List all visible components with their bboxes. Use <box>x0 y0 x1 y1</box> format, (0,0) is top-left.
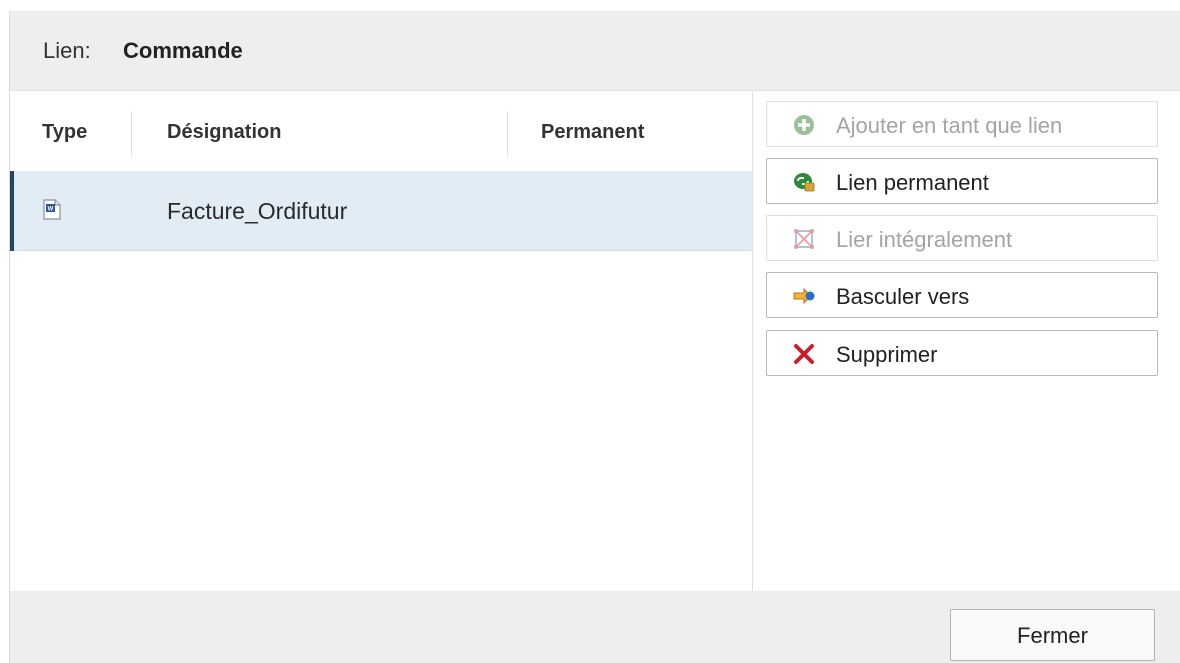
delete-label: Supprimer <box>836 342 938 367</box>
dialog-footer: Fermer <box>10 591 1180 663</box>
column-divider[interactable] <box>507 111 508 157</box>
switch-to-label: Basculer vers <box>836 284 970 309</box>
close-button[interactable]: Fermer <box>950 609 1155 661</box>
header-value: Commande <box>123 38 243 63</box>
delete-x-icon <box>794 344 814 364</box>
permanent-link-icon <box>794 173 815 192</box>
dialog-header: Lien: Commande <box>10 11 1180 91</box>
switch-to-arrow-icon <box>793 287 815 305</box>
close-button-label: Fermer <box>1017 623 1088 648</box>
header-label: Lien: <box>43 38 91 63</box>
permanent-link-label: Lien permanent <box>836 170 989 195</box>
column-header-designation[interactable]: Désignation <box>167 121 281 144</box>
permanent-link-button[interactable]: Lien permanent <box>766 158 1158 204</box>
column-header-permanent[interactable]: Permanent <box>541 121 644 144</box>
selection-marker <box>10 171 14 251</box>
links-table: Type Désignation Permanent W Facture_Ord… <box>10 91 753 591</box>
link-all-label: Lier intégralement <box>836 227 1013 252</box>
row-designation: Facture_Ordifutur <box>167 198 348 224</box>
add-circle-icon <box>794 115 814 135</box>
svg-text:W: W <box>48 207 54 213</box>
add-as-link-button[interactable]: Ajouter en tant que lien <box>766 101 1158 147</box>
column-divider[interactable] <box>131 111 132 157</box>
table-row[interactable]: W Facture_Ordifutur <box>10 171 752 251</box>
switch-to-button[interactable]: Basculer vers <box>766 272 1158 318</box>
word-document-icon: W <box>43 199 61 220</box>
add-as-link-label: Ajouter en tant que lien <box>836 113 1063 138</box>
column-header-type[interactable]: Type <box>42 121 87 144</box>
link-all-button[interactable]: Lier intégralement <box>766 215 1158 261</box>
link-all-icon <box>794 229 814 249</box>
delete-button[interactable]: Supprimer <box>766 330 1158 376</box>
